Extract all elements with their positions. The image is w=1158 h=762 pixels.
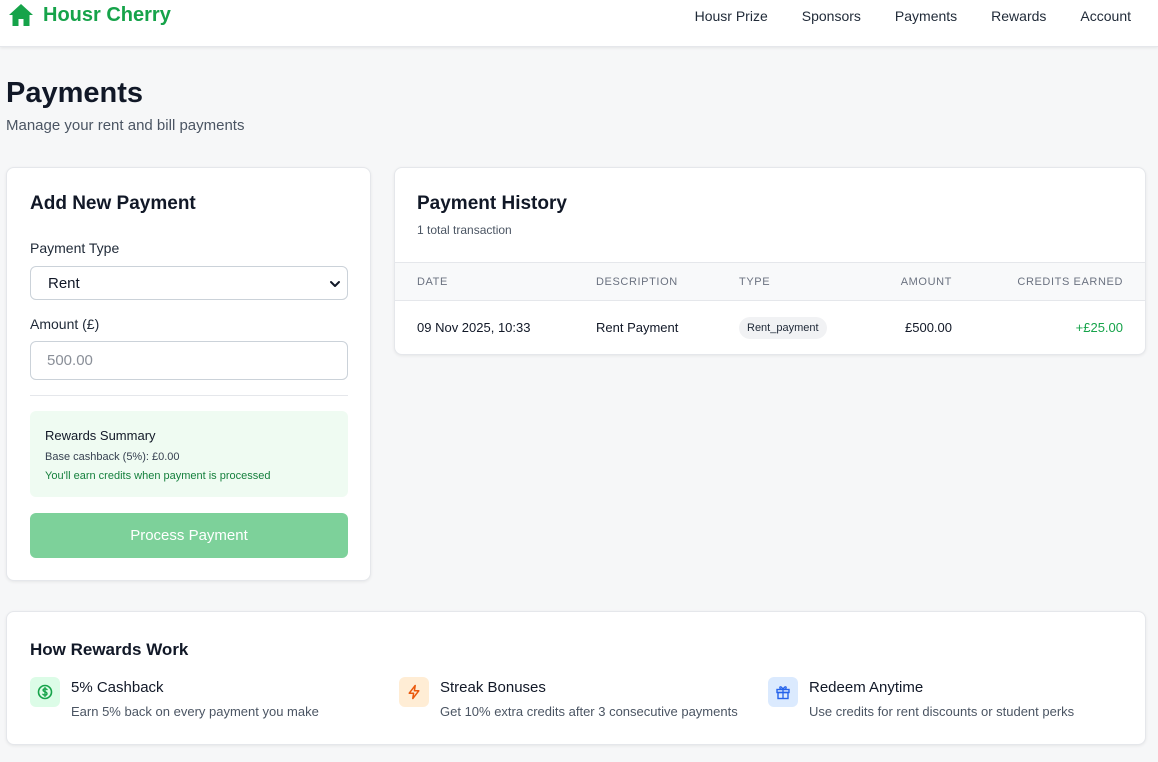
top-navbar: Housr Cherry Housr Prize Sponsors Paymen…: [0, 0, 1158, 47]
column-header-amount: Amount: [900, 276, 952, 288]
add-payment-card: Add New Payment Payment Type Rent Amount…: [6, 167, 371, 581]
amount-label: Amount (£): [30, 316, 100, 332]
page-subtitle: Manage your rent and bill payments: [6, 117, 245, 134]
column-header-date: Date: [417, 276, 448, 288]
nav-link-payments[interactable]: Payments: [895, 8, 957, 24]
dollar-circle-icon: [30, 677, 60, 707]
payment-type-value: Rent: [48, 274, 80, 292]
column-header-description: Description: [596, 276, 678, 288]
rewards-note: You'll earn credits when payment is proc…: [45, 470, 271, 482]
nav-links: Housr Prize Sponsors Payments Rewards Ac…: [695, 0, 1131, 32]
feature-description: Earn 5% back on every payment you make: [71, 704, 319, 719]
form-divider: [30, 395, 348, 396]
nav-link-housr-prize[interactable]: Housr Prize: [695, 8, 768, 24]
row-date: 09 Nov 2025, 10:33: [417, 320, 531, 335]
row-amount: £500.00: [905, 320, 952, 335]
feature-description: Get 10% extra credits after 3 consecutiv…: [440, 704, 738, 719]
brand-name: Housr Cherry: [43, 4, 171, 26]
table-row: 09 Nov 2025, 10:33 Rent Payment Rent_pay…: [395, 301, 1145, 354]
payment-history-card: Payment History 1 total transaction Date…: [394, 167, 1146, 355]
nav-link-account[interactable]: Account: [1080, 8, 1131, 24]
row-type-badge: Rent_payment: [739, 317, 827, 339]
how-rewards-heading: How Rewards Work: [30, 640, 189, 659]
brand-link[interactable]: Housr Cherry: [8, 3, 171, 27]
rewards-summary-title: Rewards Summary: [45, 428, 156, 443]
column-header-type: Type: [739, 276, 771, 288]
amount-input[interactable]: [30, 341, 348, 380]
chevron-down-icon: [329, 277, 341, 289]
how-rewards-card: How Rewards Work 5% Cashback Earn 5% bac…: [6, 611, 1146, 745]
home-icon: [8, 3, 34, 27]
feature-description: Use credits for rent discounts or studen…: [809, 704, 1075, 719]
rewards-summary-box: Rewards Summary Base cashback (5%): £0.0…: [30, 411, 348, 497]
payment-history-heading: Payment History: [417, 193, 567, 214]
row-credits: +£25.00: [1075, 320, 1123, 335]
feature-title: Redeem Anytime: [809, 679, 924, 696]
column-header-credits: Credits Earned: [1017, 276, 1123, 288]
row-description: Rent Payment: [596, 320, 679, 335]
add-payment-heading: Add New Payment: [30, 193, 196, 214]
process-payment-button[interactable]: Process Payment: [30, 513, 348, 558]
payment-type-select[interactable]: Rent: [30, 266, 348, 300]
feature-title: Streak Bonuses: [440, 679, 546, 696]
history-table-header: Date Description Type Amount Credits Ear…: [395, 262, 1145, 301]
lightning-icon: [399, 677, 429, 707]
rewards-base-cashback: Base cashback (5%): £0.00: [45, 451, 180, 463]
page-title: Payments: [6, 77, 144, 109]
nav-link-sponsors[interactable]: Sponsors: [802, 8, 861, 24]
nav-link-rewards[interactable]: Rewards: [991, 8, 1046, 24]
gift-icon: [768, 677, 798, 707]
feature-title: 5% Cashback: [71, 679, 164, 696]
transaction-count: 1 total transaction: [417, 223, 512, 237]
payment-type-label: Payment Type: [30, 240, 120, 256]
